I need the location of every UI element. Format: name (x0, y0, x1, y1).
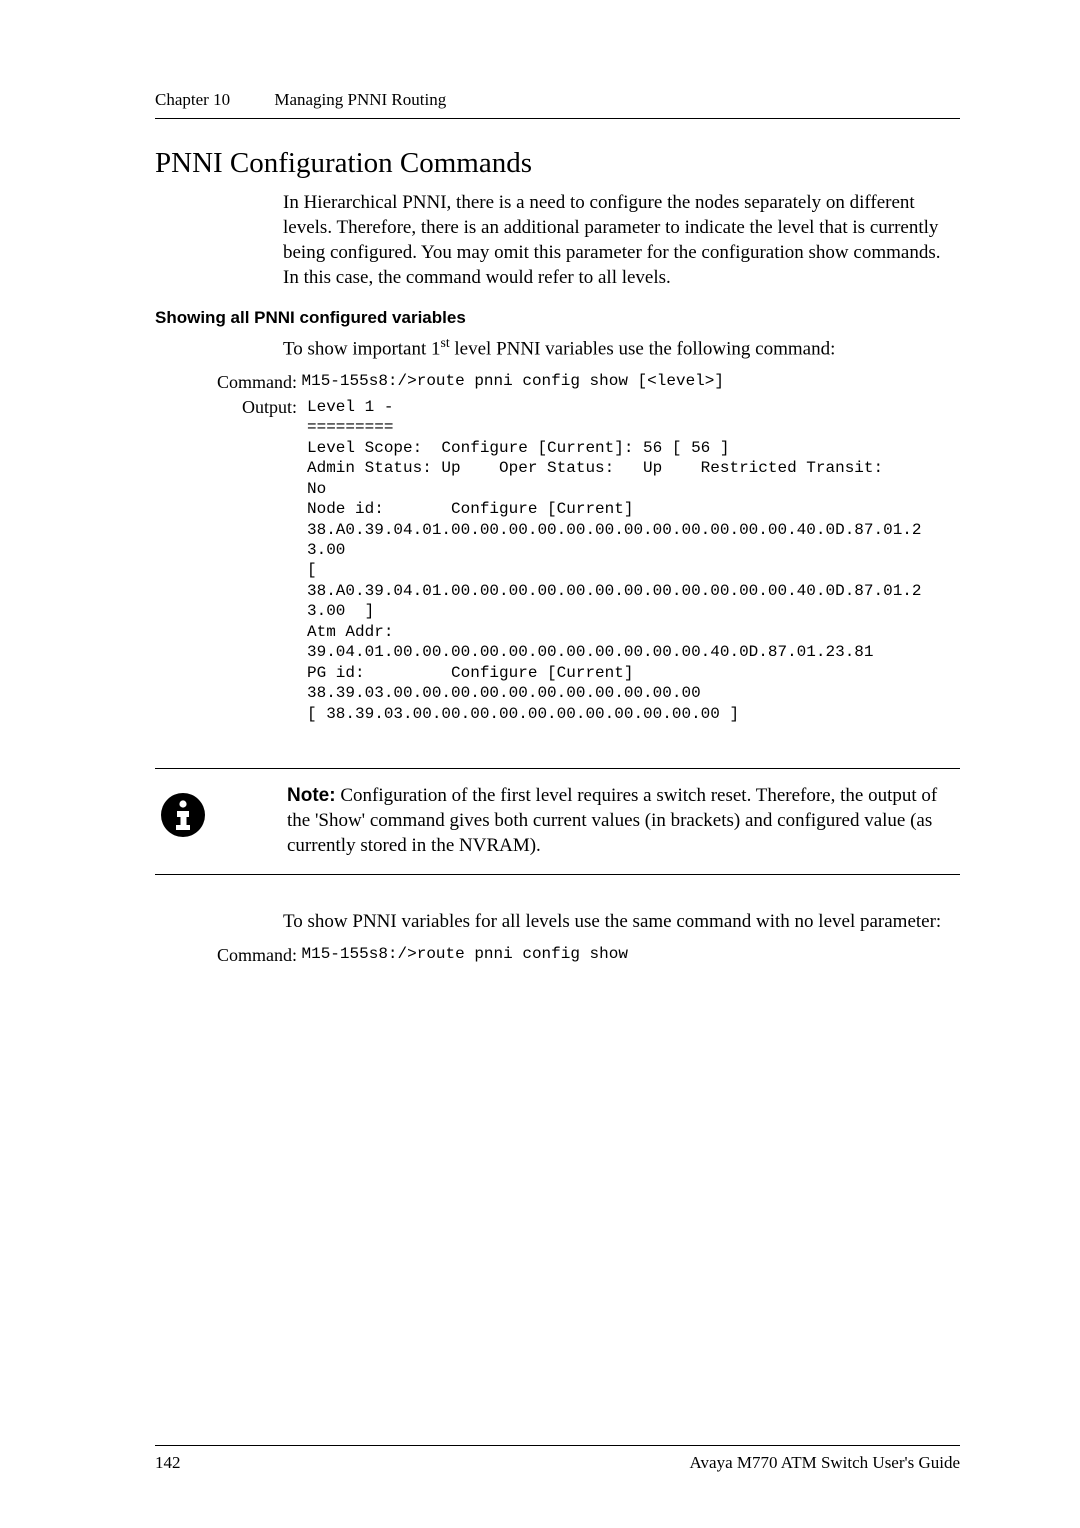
page-header: Chapter 10 Managing PNNI Routing (155, 90, 960, 110)
doc-title: Avaya M770 ATM Switch User's Guide (690, 1453, 960, 1473)
page-number: 142 (155, 1453, 181, 1473)
command-label-2: Command: (189, 945, 297, 966)
output-label: Output: (189, 397, 297, 418)
paragraph-all-levels: To show PNNI variables for all levels us… (283, 909, 960, 934)
output-text: Level 1 - ========= Level Scope: Configu… (307, 397, 922, 725)
footer-rule (155, 1445, 960, 1446)
info-icon (159, 791, 207, 839)
command-text-1: M15-155s8:/>route pnni config show [<lev… (302, 372, 724, 390)
show-line-superscript: st (441, 335, 450, 350)
note-box: Note: Configuration of the first level r… (155, 768, 960, 875)
page-footer: 142 Avaya M770 ATM Switch User's Guide (155, 1445, 960, 1473)
command-label-1: Command: (189, 372, 297, 393)
section-title: PNNI Configuration Commands (155, 147, 960, 180)
chapter-title: Managing PNNI Routing (274, 90, 446, 109)
note-text: Configuration of the first level require… (287, 785, 937, 856)
command-text-2: M15-155s8:/>route pnni config show (302, 945, 628, 963)
intro-paragraph: In Hierarchical PNNI, there is a need to… (283, 190, 960, 290)
chapter-label: Chapter 10 (155, 90, 230, 109)
show-line-pre: To show important 1 (283, 339, 441, 360)
subheading-showing-variables: Showing all PNNI configured variables (155, 308, 960, 328)
show-variables-line: To show important 1st level PNNI variabl… (283, 334, 960, 361)
note-label: Note: (287, 785, 336, 806)
show-line-post: level PNNI variables use the following c… (450, 339, 836, 360)
header-rule (155, 118, 960, 119)
